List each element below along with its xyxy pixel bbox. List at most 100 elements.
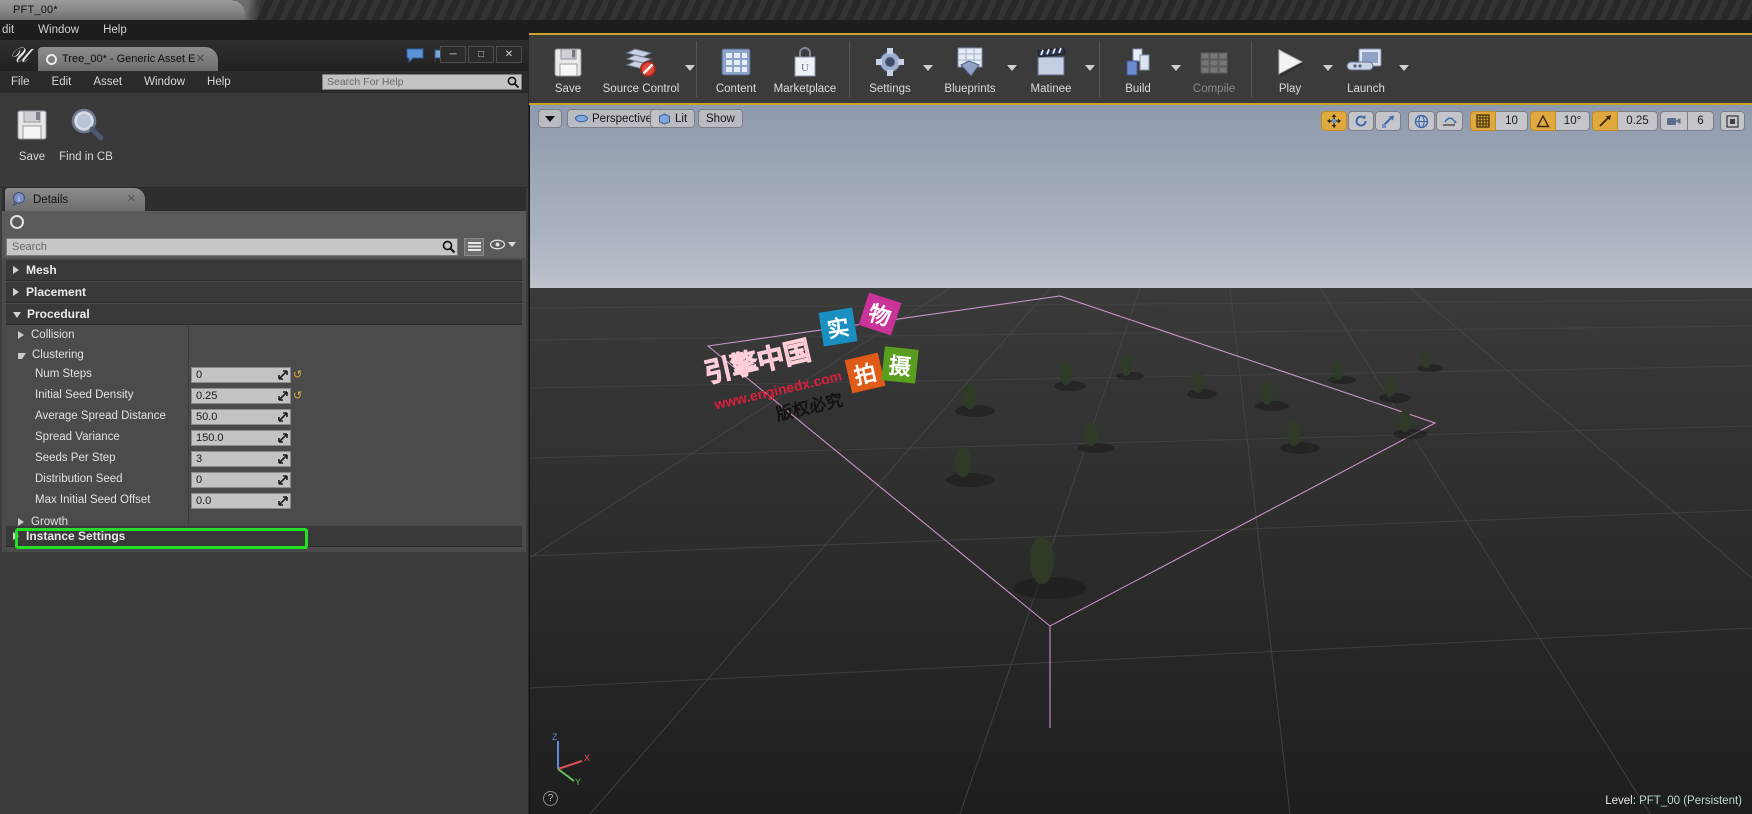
toolbar-marketplace-button[interactable]: U Marketplace (767, 37, 843, 95)
subsection-collision[interactable]: Collision (6, 325, 522, 345)
toolbar-matinee-button[interactable]: Matinee (1019, 37, 1083, 95)
viewport-level-status: Level: PFT_00 (Persistent) (1605, 795, 1742, 807)
subsection-clustering[interactable]: Clustering (6, 345, 522, 365)
property-value-input[interactable]: 0.0 (191, 493, 291, 509)
property-label: Initial Seed Density (35, 389, 134, 401)
category-procedural[interactable]: Procedural (6, 304, 522, 325)
details-search-input[interactable]: Search (6, 238, 458, 256)
spinner-drag-icon[interactable] (278, 454, 288, 464)
asset-editor-toolbar: Save Find in CB (0, 93, 528, 188)
help-search-input[interactable]: Search For Help (322, 74, 522, 90)
close-button[interactable]: ✕ (496, 46, 522, 63)
camera-speed-value[interactable]: 6 (1688, 111, 1714, 131)
menu-file[interactable]: File (0, 76, 41, 88)
property-value-input[interactable]: 0 (191, 367, 291, 383)
build-dropdown-caret[interactable] (1169, 37, 1183, 71)
property-value-input[interactable]: 0.25 (191, 388, 291, 404)
toolbar-content-button[interactable]: Content (705, 37, 767, 95)
category-placement[interactable]: Placement (6, 282, 522, 303)
show-menu-button[interactable]: Show (698, 109, 743, 128)
maximize-viewport-button[interactable] (1720, 111, 1745, 131)
camera-mode-button[interactable]: Perspective (567, 109, 661, 128)
translate-mode-button[interactable] (1321, 111, 1347, 131)
details-view-grid-button[interactable] (464, 238, 484, 256)
property-value-input[interactable]: 3 (191, 451, 291, 467)
category-mesh[interactable]: Mesh (6, 260, 522, 281)
details-visibility-icon[interactable] (489, 239, 506, 253)
outer-menu-window[interactable]: Window (26, 20, 91, 40)
view-mode-button[interactable]: Lit (650, 109, 696, 128)
find-in-content-browser-button[interactable]: Find in CB (54, 101, 118, 163)
outer-menu-edit[interactable]: dit (0, 20, 26, 40)
viewport-help-icon[interactable]: ? (543, 791, 558, 806)
settings-dropdown-caret[interactable] (921, 37, 935, 71)
outer-window-tab[interactable]: PFT_00* (0, 0, 245, 20)
scale-mode-button[interactable] (1375, 111, 1401, 131)
spinner-drag-icon[interactable] (278, 370, 288, 380)
level-name: PFT_00 (Persistent) (1639, 795, 1742, 807)
toolbar-play-button[interactable]: Play (1259, 37, 1321, 95)
revert-to-default-icon[interactable]: ↺ (293, 389, 302, 402)
outer-menu-help[interactable]: Help (91, 20, 139, 40)
menu-edit[interactable]: Edit (41, 76, 83, 88)
asset-tab-status-icon (46, 53, 57, 65)
details-tab-close-icon[interactable]: ✕ (127, 192, 136, 205)
source-control-dropdown-caret[interactable] (683, 37, 697, 71)
spinner-drag-icon[interactable] (278, 475, 288, 485)
coordinate-system-button[interactable] (1408, 111, 1435, 131)
toolbar-separator (1251, 41, 1252, 97)
launch-dropdown-caret[interactable] (1397, 37, 1411, 71)
details-options-caret-icon[interactable] (508, 242, 516, 247)
spinner-drag-icon[interactable] (278, 433, 288, 443)
svg-text:U: U (801, 62, 809, 74)
lock-details-icon[interactable] (10, 215, 24, 229)
scale-snap-icon (1599, 115, 1611, 127)
toolbar-blueprints-button[interactable]: Blueprints (935, 37, 1005, 95)
toolbar-build-button[interactable]: Build (1107, 37, 1169, 95)
scale-snap-value[interactable]: 0.25 (1618, 111, 1658, 131)
angle-snap-toggle[interactable] (1530, 111, 1556, 131)
menu-window[interactable]: Window (133, 76, 196, 88)
category-instance-settings[interactable]: Instance Settings (6, 526, 522, 547)
rotate-mode-button[interactable] (1348, 111, 1374, 131)
help-search-icon (507, 76, 520, 92)
minimize-button[interactable]: ─ (440, 46, 466, 63)
asset-tab-close-icon[interactable]: ✕ (196, 52, 205, 65)
play-dropdown-caret[interactable] (1321, 37, 1335, 71)
angle-snap-value[interactable]: 10° (1556, 111, 1590, 131)
spinner-drag-icon[interactable] (278, 391, 288, 401)
spinner-drag-icon[interactable] (278, 412, 288, 422)
level-editor-toolbar: Save Source Control Content U Marketplac… (529, 33, 1752, 105)
toolbar-compile-button[interactable]: Compile (1183, 37, 1245, 95)
grid-snap-toggle[interactable] (1470, 111, 1496, 131)
toolbar-launch-button[interactable]: Launch (1335, 37, 1397, 95)
scale-snap-toggle[interactable] (1592, 111, 1618, 131)
toolbar-settings-button[interactable]: Settings (859, 37, 921, 95)
toolbar-save-button[interactable]: Save (537, 37, 599, 95)
matinee-dropdown-caret[interactable] (1083, 37, 1097, 71)
level-viewport[interactable]: 引擎中国 www.enginedx.com 版权必究 实 物 拍 摄 Persp… (529, 105, 1752, 814)
asset-save-button[interactable]: Save (2, 101, 62, 163)
viewport-options-button[interactable] (538, 109, 562, 128)
move-arrows-icon (1327, 114, 1341, 128)
property-value-input[interactable]: 0 (191, 472, 291, 488)
surface-snap-button[interactable] (1436, 111, 1463, 131)
grid-snap-value[interactable]: 10 (1496, 111, 1528, 131)
toolbar-play-label: Play (1278, 83, 1302, 95)
menu-help[interactable]: Help (196, 76, 242, 88)
property-value-input[interactable]: 50.0 (191, 409, 291, 425)
toolbar-build-label: Build (1125, 83, 1151, 95)
chevron-down-icon (18, 353, 26, 359)
toolbar-source-control-button[interactable]: Source Control (599, 37, 683, 95)
spinner-drag-icon[interactable] (278, 496, 288, 506)
maximize-button[interactable]: □ (468, 46, 494, 63)
asset-editor-tab[interactable]: Tree_00* - Generic Asset E ✕ (38, 47, 218, 71)
blueprints-dropdown-caret[interactable] (1005, 37, 1019, 71)
camera-speed-icon-button[interactable] (1660, 111, 1688, 131)
menu-asset[interactable]: Asset (82, 76, 133, 88)
details-tab[interactable]: i Details ✕ (5, 188, 145, 211)
revert-to-default-icon[interactable]: ↺ (293, 368, 302, 381)
property-value-input[interactable]: 150.0 (191, 430, 291, 446)
subsection-clustering-label: Clustering (32, 349, 84, 361)
feedback-bubble-icon[interactable] (406, 48, 424, 63)
